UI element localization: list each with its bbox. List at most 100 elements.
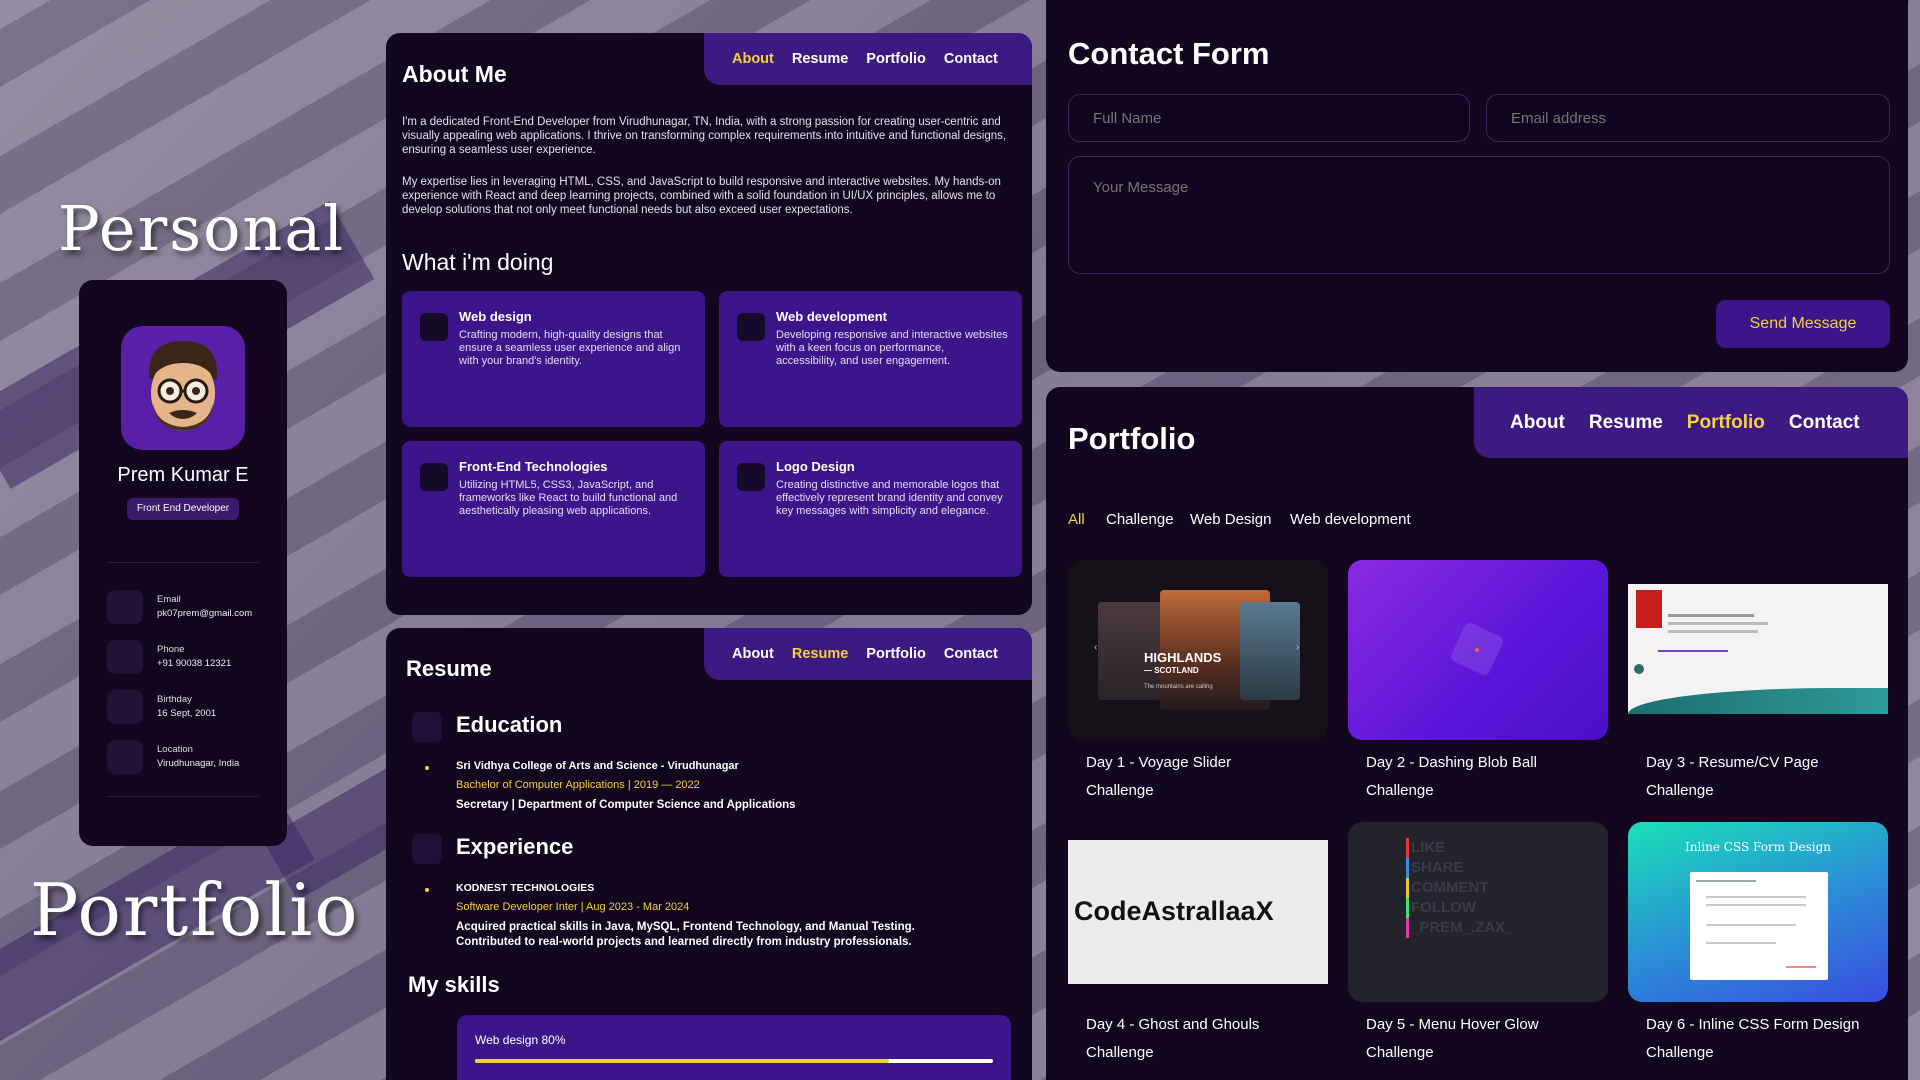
nav-resume[interactable]: Resume (792, 646, 848, 662)
divider (107, 796, 259, 797)
filter-challenge[interactable]: Challenge (1106, 511, 1174, 528)
project-category: Challenge (1646, 782, 1714, 799)
school-name: Sri Vidhya College of Arts and Science -… (456, 760, 739, 772)
portfolio-title: Portfolio (30, 868, 360, 952)
profile-name: Prem Kumar E (117, 464, 249, 486)
nav-about[interactable]: About (1510, 412, 1565, 434)
job-role: Software Developer Inter | Aug 2023 - Ma… (456, 901, 690, 913)
project-thumbnail[interactable] (1348, 560, 1608, 740)
project-title: Day 6 - Inline CSS Form Design (1646, 1016, 1860, 1033)
experience-heading: Experience (456, 834, 574, 859)
nav-portfolio[interactable]: Portfolio (866, 51, 926, 67)
navbar: About Resume Portfolio Contact (1474, 387, 1908, 458)
thumb-subtext: — SCOTLAND (1144, 666, 1199, 675)
message-textarea[interactable] (1068, 156, 1890, 274)
project-thumbnail[interactable]: Inline CSS Form Design (1628, 822, 1888, 1002)
calendar-icon (107, 690, 143, 724)
navbar: About Resume Portfolio Contact (704, 628, 1032, 680)
page-title: Resume (406, 656, 492, 681)
thumb-text: CodeAstrallaaX (1074, 896, 1274, 926)
filter-web-development[interactable]: Web development (1290, 511, 1411, 528)
portfolio-panel: About Resume Portfolio Contact Portfolio… (1046, 387, 1908, 1080)
send-message-button[interactable]: Send Message (1716, 300, 1890, 348)
project-title: Day 4 - Ghost and Ghouls (1086, 1016, 1260, 1033)
company-name: KODNEST TECHNOLOGIES (456, 882, 595, 894)
logo-icon (737, 463, 765, 491)
nav-resume[interactable]: Resume (792, 51, 848, 67)
book-icon (412, 712, 442, 742)
project-title: Day 1 - Voyage Slider (1086, 754, 1232, 771)
project-thumbnail[interactable]: HIGHLANDS — SCOTLAND The mountains are c… (1068, 560, 1328, 740)
design-icon (420, 313, 448, 341)
contact-panel: Contact Form Send Message (1046, 0, 1908, 372)
phone-icon (107, 640, 143, 674)
menu-item: LIKE (1406, 838, 1514, 858)
full-name-input[interactable] (1068, 94, 1470, 142)
service-title: Web development (776, 309, 888, 324)
experience-detail: Contributed to real-world projects and l… (456, 936, 912, 948)
skill-progress-fill (475, 1059, 890, 1063)
filter-all[interactable]: All (1068, 511, 1085, 528)
experience-detail: Acquired practical skills in Java, MySQL… (456, 921, 915, 933)
nav-resume[interactable]: Resume (1589, 412, 1663, 434)
nav-portfolio[interactable]: Portfolio (866, 646, 926, 662)
personal-title: Personal (58, 192, 346, 265)
service-card: Web development Developing responsive an… (719, 291, 1022, 427)
nav-contact[interactable]: Contact (944, 646, 998, 662)
skill-label: Web design 80% (475, 1033, 566, 1047)
project-title: Day 2 - Dashing Blob Ball (1366, 754, 1537, 771)
section-title: What i'm doing (402, 249, 554, 275)
service-card: Front-End Technologies Utilizing HTML5, … (402, 441, 705, 577)
info-label: Phone (157, 644, 185, 655)
service-title: Logo Design (776, 459, 855, 474)
nav-contact[interactable]: Contact (1789, 412, 1860, 434)
menu-item: FOLLOW (1406, 898, 1514, 918)
about-panel: About Resume Portfolio Contact About Me … (386, 33, 1032, 615)
profile-role-badge: Front End Developer (127, 498, 239, 520)
thumb-text: Inline CSS Form Design (1685, 840, 1831, 854)
project-thumbnail[interactable] (1628, 560, 1888, 740)
chevron-left-icon[interactable]: ‹ (1094, 642, 1097, 653)
info-value: Virudhunagar, India (157, 758, 240, 769)
degree-info: Bachelor of Computer Applications | 2019… (456, 779, 700, 791)
service-text: Creating distinctive and memorable logos… (776, 479, 1003, 517)
contact-location: Location Virudhunagar, India (107, 740, 267, 776)
info-label: Birthday (157, 694, 192, 705)
project-category: Challenge (1086, 1044, 1154, 1061)
nav-about[interactable]: About (732, 51, 774, 67)
project-category: Challenge (1366, 782, 1434, 799)
thumb-caption: The mountains are calling (1144, 684, 1213, 690)
service-card: Logo Design Creating distinctive and mem… (719, 441, 1022, 577)
chevron-right-icon[interactable]: › (1296, 642, 1299, 653)
service-text: Developing responsive and interactive we… (776, 329, 1008, 367)
nav-about[interactable]: About (732, 646, 774, 662)
project-thumbnail[interactable]: LIKE SHARE COMMENT FOLLOW _PREM_.ZAX_ (1348, 822, 1608, 1002)
resume-panel: About Resume Portfolio Contact Resume Ed… (386, 628, 1032, 1080)
navbar: About Resume Portfolio Contact (704, 33, 1032, 85)
info-value[interactable]: +91 90038 12321 (157, 658, 231, 669)
skills-card: Web design 80% (457, 1015, 1011, 1080)
nav-portfolio[interactable]: Portfolio (1687, 412, 1765, 434)
avatar (121, 326, 245, 450)
contact-birthday: Birthday 16 Sept, 2001 (107, 690, 267, 726)
project-thumbnail[interactable]: CodeAstrallaaX (1068, 822, 1328, 1002)
filter-web-design[interactable]: Web Design (1190, 511, 1271, 528)
about-paragraph: My expertise lies in leveraging HTML, CS… (402, 176, 1001, 216)
profile-card: Prem Kumar E Front End Developer Email p… (79, 280, 287, 846)
project-category: Challenge (1366, 1044, 1434, 1061)
divider (107, 562, 259, 563)
project-title: Day 5 - Menu Hover Glow (1366, 1016, 1539, 1033)
email-input[interactable] (1486, 94, 1890, 142)
nav-contact[interactable]: Contact (944, 51, 998, 67)
page-title: About Me (402, 61, 507, 87)
contact-email: Email pk07prem@gmail.com (107, 590, 267, 626)
timeline-dot (425, 766, 429, 770)
project-title: Day 3 - Resume/CV Page (1646, 754, 1819, 771)
service-title: Front-End Technologies (459, 459, 608, 474)
timeline-dot (425, 888, 429, 892)
location-icon (107, 740, 143, 774)
briefcase-icon (412, 834, 442, 864)
info-value[interactable]: pk07prem@gmail.com (157, 608, 252, 619)
service-card: Web design Crafting modern, high-quality… (402, 291, 705, 427)
service-text: Crafting modern, high-quality designs th… (459, 329, 681, 367)
